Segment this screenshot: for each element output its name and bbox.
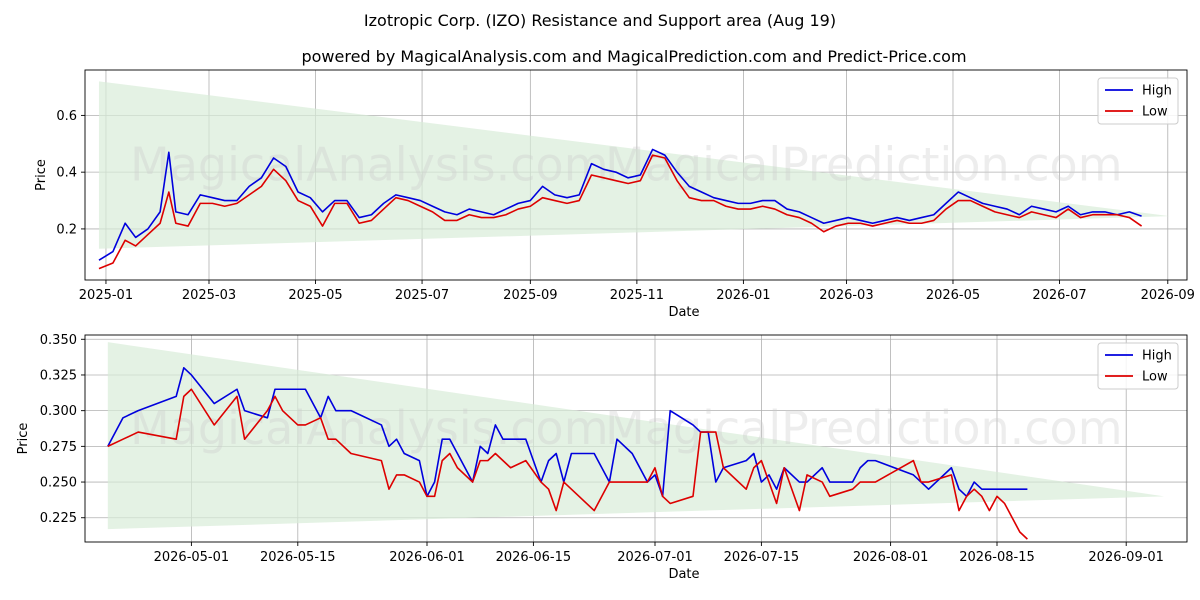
- x-tick-label: 2025-09: [503, 288, 557, 303]
- watermark-text: MagicalAnalysis.com: [130, 138, 609, 192]
- x-tick-label: 2026-01: [716, 288, 770, 303]
- x-tick-label: 2026-09-01: [1088, 550, 1164, 565]
- y-tick-label: 0.6: [56, 109, 77, 124]
- chart-figure: Izotropic Corp. (IZO) Resistance and Sup…: [16, 11, 1195, 582]
- y-axis-label: Price: [34, 159, 49, 191]
- y-tick-label: 0.2: [56, 222, 77, 237]
- bottom-chart: MagicalAnalysis.comMagicalPrediction.com…: [16, 333, 1188, 582]
- top-chart: MagicalAnalysis.comMagicalPrediction.com…: [34, 69, 1195, 320]
- y-axis-label: Price: [16, 423, 31, 455]
- plot-area: MagicalAnalysis.comMagicalPrediction.com: [85, 335, 1187, 542]
- x-axis-label: Date: [668, 567, 699, 582]
- y-tick-label: 0.250: [40, 476, 77, 491]
- y-tick-label: 0.325: [40, 368, 77, 383]
- x-tick-label: 2026-07-01: [617, 550, 693, 565]
- watermark-text: MagicalAnalysis.com: [130, 401, 609, 455]
- y-tick-label: 0.225: [40, 511, 77, 526]
- y-tick-label: 0.350: [40, 333, 77, 348]
- x-tick-label: 2026-05-15: [260, 550, 336, 565]
- watermark-text: MagicalPrediction.com: [605, 138, 1123, 192]
- x-tick-label: 2026-03: [819, 288, 873, 303]
- x-tick-label: 2025-01: [79, 288, 133, 303]
- x-tick-label: 2026-08-15: [959, 550, 1035, 565]
- x-tick-label: 2026-06-01: [389, 550, 465, 565]
- x-tick-label: 2025-03: [182, 288, 236, 303]
- legend-label-low: Low: [1142, 370, 1168, 385]
- y-tick-label: 0.4: [56, 166, 77, 181]
- legend-label-high: High: [1142, 349, 1172, 364]
- x-axis-label: Date: [668, 305, 699, 320]
- watermark-text: MagicalPrediction.com: [605, 401, 1123, 455]
- x-tick-label: 2025-05: [288, 288, 342, 303]
- x-tick-label: 2026-06-15: [496, 550, 572, 565]
- plot-area: MagicalAnalysis.comMagicalPrediction.com: [85, 70, 1187, 280]
- chart-subtitle: powered by MagicalAnalysis.com and Magic…: [301, 47, 966, 66]
- y-tick-label: 0.275: [40, 440, 77, 455]
- x-tick-label: 2025-07: [395, 288, 449, 303]
- x-tick-label: 2026-08-01: [853, 550, 929, 565]
- x-tick-label: 2026-07: [1032, 288, 1086, 303]
- x-tick-label: 2025-11: [610, 288, 664, 303]
- chart-title: Izotropic Corp. (IZO) Resistance and Sup…: [364, 11, 836, 30]
- y-tick-label: 0.300: [40, 404, 77, 419]
- x-tick-label: 2026-05-01: [154, 550, 230, 565]
- x-tick-label: 2026-09: [1141, 288, 1195, 303]
- x-tick-label: 2026-05: [926, 288, 980, 303]
- legend: High Low: [1097, 342, 1179, 390]
- legend: High Low: [1097, 77, 1179, 125]
- legend-label-low: Low: [1142, 105, 1168, 120]
- legend-label-high: High: [1142, 84, 1172, 99]
- x-tick-label: 2026-07-15: [724, 550, 800, 565]
